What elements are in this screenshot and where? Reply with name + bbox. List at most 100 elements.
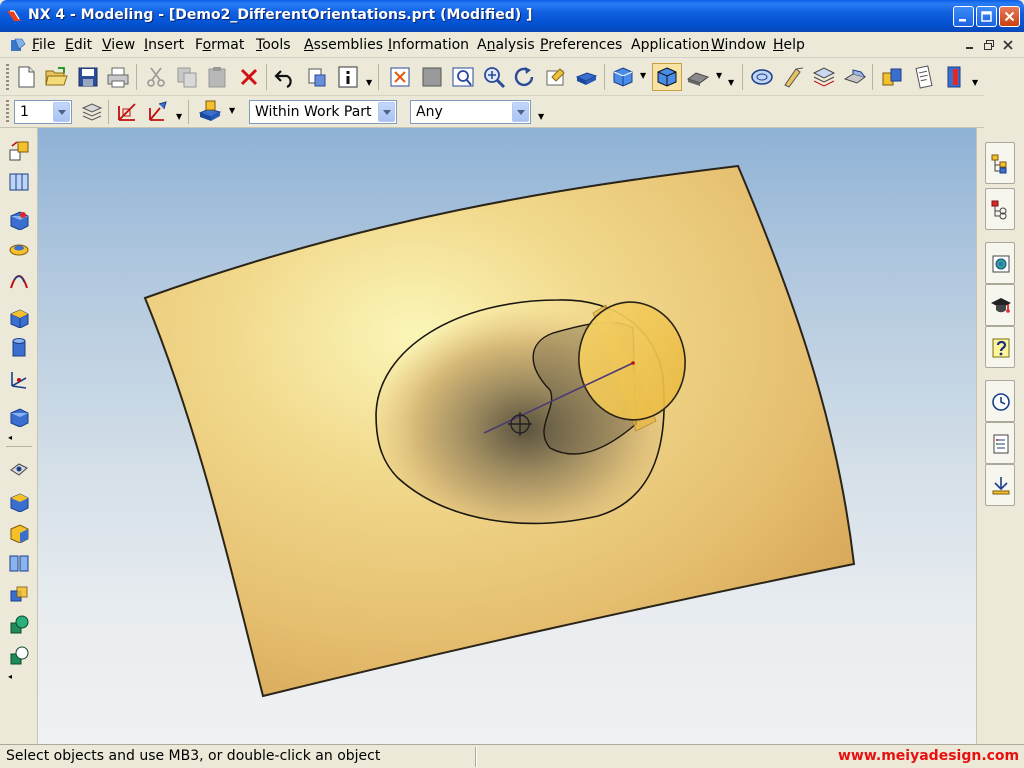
refresh-icon[interactable] (574, 65, 598, 89)
information-dropdown-icon[interactable]: ▼ (366, 78, 372, 87)
new-icon[interactable] (14, 65, 38, 89)
tab-help[interactable] (985, 326, 1015, 368)
menu-edit[interactable]: Edit (65, 37, 92, 53)
minimize-button[interactable] (953, 6, 974, 27)
title-bar[interactable]: NX 4 - Modeling - [Demo2_DifferentOrient… (0, 0, 1024, 32)
type-filter-select[interactable]: Any (410, 100, 531, 124)
menu-preferences[interactable]: Preferences (540, 37, 622, 53)
document-menu-icon[interactable] (10, 37, 26, 53)
tab-history[interactable] (985, 380, 1015, 422)
datum-csys-icon[interactable] (8, 368, 30, 390)
menu-insert[interactable]: Insert (144, 37, 184, 53)
toolbar-overflow-icon[interactable]: ▼ (972, 78, 978, 87)
open-icon[interactable] (44, 65, 68, 89)
face-analysis-icon[interactable] (750, 65, 774, 89)
wcs-dropdown-icon[interactable]: ▼ (176, 112, 182, 121)
subtract-icon[interactable] (8, 645, 30, 667)
shaded-edges-icon[interactable] (652, 63, 682, 91)
maximize-button[interactable] (976, 6, 997, 27)
cube-icon[interactable] (8, 405, 30, 427)
resource-bar (976, 128, 1024, 744)
roles-icon (992, 477, 1010, 495)
cut-icon[interactable] (144, 65, 168, 89)
more-operations-icon[interactable]: ◂ (8, 672, 12, 681)
layer-manager-icon[interactable] (80, 100, 104, 124)
menu-information[interactable]: Information (388, 37, 469, 53)
block-icon[interactable] (8, 306, 30, 328)
book-icon[interactable] (8, 552, 30, 574)
repeat-command-icon[interactable] (305, 65, 329, 89)
selection-filter-icon[interactable] (198, 99, 224, 123)
zoom-box-icon[interactable] (451, 65, 475, 89)
selection-scope-select[interactable]: Within Work Part (249, 100, 397, 124)
chamfer-icon[interactable] (8, 521, 30, 543)
shaded-view-icon[interactable] (611, 65, 635, 89)
extrude-icon[interactable] (8, 208, 30, 230)
chevron-down-icon[interactable] (53, 102, 70, 122)
tab-web-browser[interactable] (985, 242, 1015, 284)
exit-icon[interactable] (942, 65, 966, 89)
zoom-icon[interactable] (482, 65, 506, 89)
close-button[interactable] (999, 6, 1020, 27)
wcs-origin-icon[interactable] (146, 100, 170, 124)
cylinder-icon[interactable] (8, 337, 30, 359)
save-icon[interactable] (76, 65, 100, 89)
pan-icon[interactable] (544, 65, 568, 89)
section-icon[interactable] (843, 65, 867, 89)
menu-application[interactable]: Application (631, 37, 709, 53)
rotate-icon[interactable] (512, 65, 536, 89)
chevron-down-icon[interactable] (512, 102, 529, 122)
menu-assemblies[interactable]: Assemblies (304, 37, 383, 53)
print-icon[interactable] (106, 65, 130, 89)
tab-training[interactable] (985, 284, 1015, 326)
toolbar-grip[interactable] (6, 100, 9, 124)
zoom-window-icon[interactable] (420, 65, 444, 89)
menu-window[interactable]: Window (711, 37, 766, 53)
model-view[interactable] (38, 128, 976, 744)
wcs-dynamics-icon[interactable] (115, 100, 139, 124)
view-dropdown-icon[interactable]: ▼ (640, 71, 646, 80)
tab-roles[interactable] (985, 464, 1015, 506)
unite-icon[interactable] (8, 614, 30, 636)
tab-assembly-navigator[interactable] (985, 142, 1015, 184)
menu-format[interactable]: Format (195, 37, 244, 53)
render-dropdown-icon[interactable]: ▼ (716, 71, 722, 80)
assembly-icon[interactable] (880, 65, 904, 89)
menu-help[interactable]: Help (773, 37, 805, 53)
menu-view[interactable]: View (102, 37, 135, 53)
information-icon[interactable] (336, 65, 360, 89)
document-close-icon[interactable] (1002, 39, 1014, 51)
document-minimize-icon[interactable] (964, 39, 976, 51)
document-restore-icon[interactable] (983, 39, 995, 51)
revolve-icon[interactable] (8, 239, 30, 261)
selection-filter-dropdown-icon[interactable]: ▼ (229, 106, 235, 115)
more-features-icon[interactable]: ◂ (8, 433, 12, 442)
graphics-window[interactable] (38, 128, 976, 744)
offset-icon[interactable] (8, 583, 30, 605)
work-layer-select[interactable]: 1 (14, 100, 72, 124)
toolbar-grip[interactable] (6, 64, 9, 90)
selection-toolbar-overflow-icon[interactable]: ▼ (538, 112, 544, 121)
wireframe-icon[interactable] (686, 65, 710, 89)
delete-icon[interactable] (237, 65, 261, 89)
menu-file[interactable]: File (32, 37, 55, 53)
sketch-icon[interactable] (8, 140, 30, 162)
tab-part-navigator[interactable] (985, 188, 1015, 230)
copy-icon[interactable] (175, 65, 199, 89)
fit-icon[interactable] (388, 65, 412, 89)
render-style-icon[interactable]: ▼ (728, 78, 734, 87)
face-blend-icon[interactable] (8, 458, 30, 480)
undo-icon[interactable] (273, 65, 297, 89)
menu-tools[interactable]: Tools (256, 37, 291, 53)
chevron-down-icon[interactable] (378, 102, 395, 122)
edge-blend-icon[interactable] (8, 490, 30, 512)
notes-icon[interactable] (912, 65, 936, 89)
nx-app-icon[interactable] (6, 8, 22, 24)
measure-icon[interactable] (782, 65, 806, 89)
menu-analysis[interactable]: Analysis (477, 37, 535, 53)
swept-icon[interactable] (8, 270, 30, 292)
paste-icon[interactable] (205, 65, 229, 89)
layer-settings-icon[interactable] (812, 65, 836, 89)
datum-plane-icon[interactable] (8, 170, 30, 192)
tab-reuse-library[interactable] (985, 422, 1015, 464)
